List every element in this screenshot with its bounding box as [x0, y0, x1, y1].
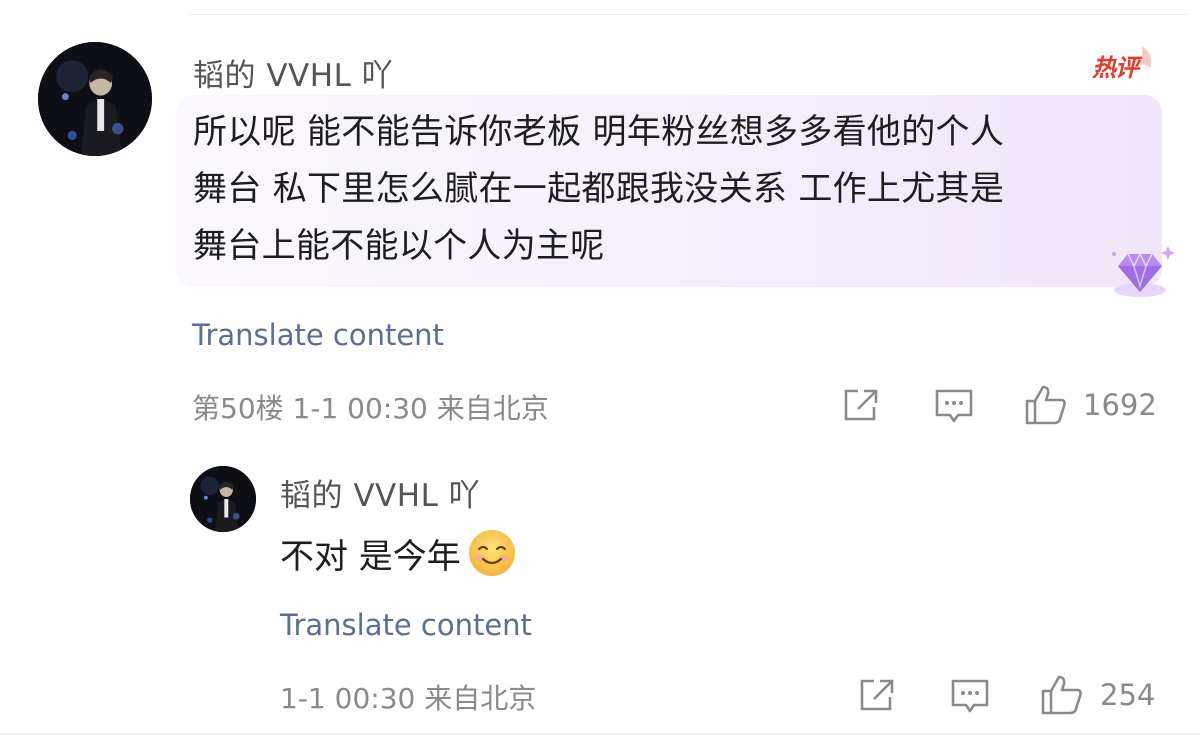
- like-count: 254: [1100, 678, 1156, 712]
- reply-username[interactable]: 韬的 VVHL 吖: [280, 470, 480, 515]
- avatar[interactable]: [38, 42, 152, 156]
- reply-text: 不对 是今年: [280, 528, 517, 578]
- reply-avatar[interactable]: [190, 466, 256, 532]
- comment-username[interactable]: 韬的 VVHL 吖: [193, 50, 393, 95]
- smiling-face-emoji-icon: [467, 528, 517, 578]
- gem-icon: [1104, 240, 1176, 302]
- share-button[interactable]: [858, 677, 896, 713]
- comment-text: 所以呢 能不能告诉你老板 明年粉丝想多多看他的个人 舞台 私下里怎么腻在一起都跟…: [193, 104, 1153, 275]
- reply-meta: 1-1 00:30 来自北京: [280, 682, 537, 715]
- like-count: 1692: [1083, 388, 1157, 422]
- thumbs-up-icon: [1025, 385, 1066, 425]
- comment-line: 舞台上能不能以个人为主呢: [193, 226, 605, 266]
- share-icon: [860, 679, 894, 711]
- avatar-photo: [190, 466, 256, 532]
- reply-text-content: 不对 是今年: [280, 536, 461, 577]
- reply-button[interactable]: [934, 387, 974, 425]
- avatar-photo: [38, 42, 152, 156]
- hot-badge-label: 热评: [1092, 54, 1139, 82]
- translate-content-link[interactable]: Translate content: [192, 318, 444, 352]
- reply-button[interactable]: [950, 677, 990, 715]
- comment-line: 所以呢 能不能告诉你老板 明年粉丝想多多看他的个人: [193, 112, 1005, 152]
- like-button[interactable]: [1024, 384, 1068, 426]
- top-divider: [190, 14, 1190, 15]
- comment-icon: [951, 679, 989, 713]
- share-button[interactable]: [842, 387, 880, 423]
- comment-line: 舞台 私下里怎么腻在一起都跟我没关系 工作上尤其是: [193, 169, 1005, 209]
- thumbs-up-icon: [1041, 675, 1082, 715]
- comment-meta: 第50楼 1-1 00:30 来自北京: [192, 392, 549, 425]
- share-icon: [844, 389, 878, 421]
- translate-content-link[interactable]: Translate content: [280, 608, 532, 642]
- comment-icon: [935, 389, 973, 423]
- like-button[interactable]: [1040, 674, 1084, 716]
- hot-comment-badge: 热评: [1092, 40, 1160, 84]
